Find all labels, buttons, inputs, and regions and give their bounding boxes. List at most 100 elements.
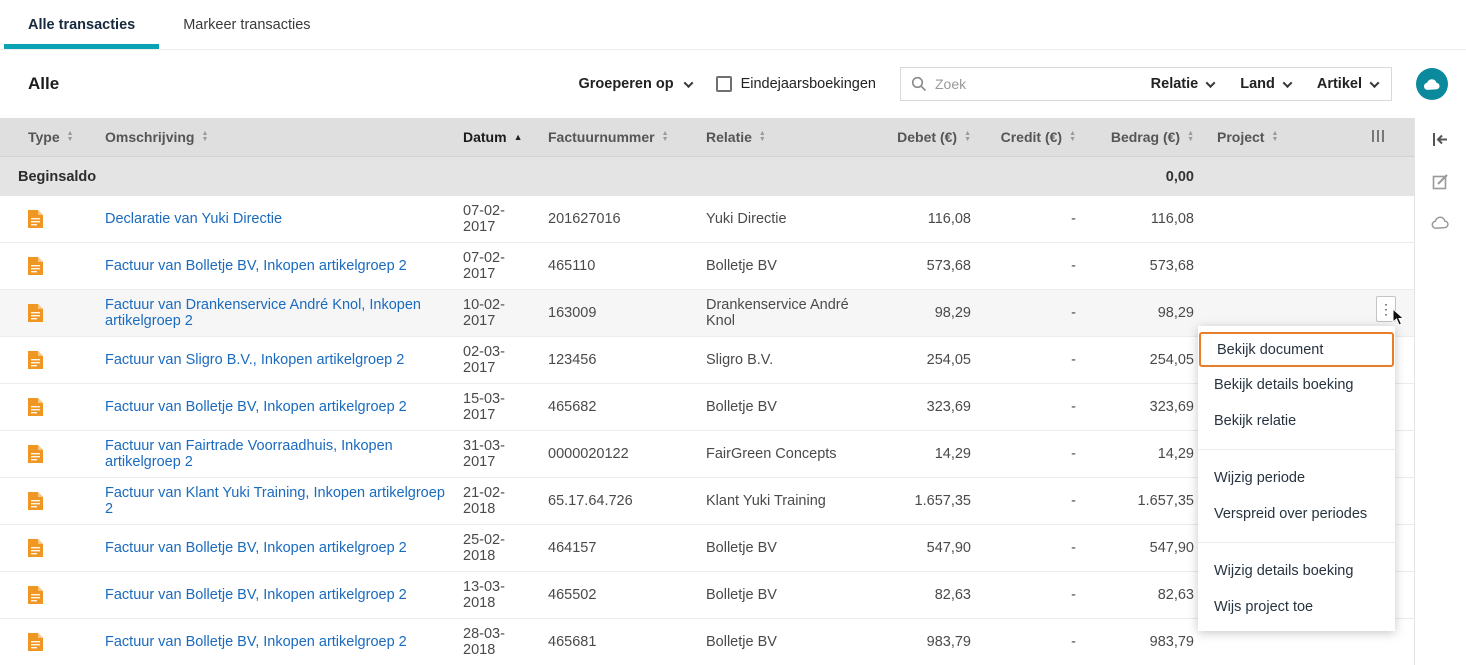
menu-item-wijzig-periode[interactable]: Wijzig periode	[1198, 460, 1395, 496]
row-debet: 323,69	[926, 399, 971, 415]
filter-label: Artikel	[1316, 76, 1362, 92]
row-description: Factuur van Drankenservice André Knol, I…	[90, 290, 448, 336]
row-description-link[interactable]: Factuur van Drankenservice André Knol, I…	[105, 297, 421, 329]
menu-item-bekijk-relatie[interactable]: Bekijk relatie	[1198, 403, 1395, 439]
filter-relatie[interactable]: Relatie	[1138, 76, 1228, 92]
column-label: Relatie	[706, 129, 752, 145]
row-type	[0, 391, 90, 423]
row-description: Factuur van Bolletje BV, Inkopen artikel…	[90, 533, 448, 563]
row-bedrag: 983,79	[1149, 634, 1194, 650]
sort-icon: ▲ ▼	[201, 130, 209, 143]
row-bedrag: 98,29	[1157, 305, 1194, 321]
column-header-debet[interactable]: Debet (€) ▲ ▼	[869, 129, 979, 145]
column-header-bedrag[interactable]: Bedrag (€) ▲ ▼	[1084, 129, 1202, 145]
column-header-datum[interactable]: Datum ▲	[448, 129, 533, 145]
menu-item-bekijk-document[interactable]: Bekijk document	[1199, 332, 1394, 367]
row-type	[0, 626, 90, 658]
row-invoice-number: 464157	[548, 540, 597, 556]
row-invoice-number: 163009	[548, 305, 597, 321]
collapse-panel-button[interactable]	[1432, 132, 1449, 147]
row-description-link[interactable]: Factuur van Fairtrade Voorraadhuis, Inko…	[105, 438, 393, 470]
row-date: 07-02-2017	[463, 250, 505, 282]
row-description-link[interactable]: Factuur van Bolletje BV, Inkopen artikel…	[105, 540, 407, 556]
checkbox-label: Eindejaarsboekingen	[740, 76, 876, 92]
row-type	[0, 579, 90, 611]
row-relation: Drankenservice André Knol	[706, 297, 849, 329]
row-invoice-number: 465681	[548, 634, 597, 650]
row-relation: Bolletje BV	[706, 634, 777, 650]
sort-asc-icon: ▲	[513, 132, 523, 142]
sort-icon: ▲ ▼	[964, 130, 971, 143]
sort-icon: ▲ ▼	[1187, 130, 1194, 143]
row-description: Factuur van Bolletje BV, Inkopen artikel…	[90, 392, 448, 422]
tab-markeer-transacties[interactable]: Markeer transacties	[159, 0, 334, 49]
tab-label: Alle transacties	[28, 16, 136, 33]
row-actions	[1342, 196, 1414, 209]
group-by-dropdown[interactable]: Groeperen op	[578, 76, 694, 92]
row-credit: -	[1071, 305, 1076, 321]
beginsaldo-label: Beginsaldo	[18, 168, 97, 185]
year-end-checkbox[interactable]: Eindejaarsboekingen	[715, 76, 876, 92]
invoice-document-icon	[28, 445, 43, 463]
row-description-link[interactable]: Declaratie van Yuki Directie	[105, 211, 282, 227]
filter-land[interactable]: Land	[1227, 76, 1304, 92]
chevron-down-icon	[683, 77, 694, 88]
sort-icon: ▲ ▼	[1069, 130, 1076, 143]
row-invoice-number: 123456	[548, 352, 597, 368]
row-description-link[interactable]: Factuur van Bolletje BV, Inkopen artikel…	[105, 634, 407, 650]
column-header-credit[interactable]: Credit (€) ▲ ▼	[979, 129, 1084, 145]
toolbar: Alle Groeperen op Eindejaarsboekingen Re…	[0, 50, 1466, 118]
column-label: Debet (€)	[897, 129, 958, 145]
row-description-link[interactable]: Factuur van Klant Yuki Training, Inkopen…	[105, 485, 445, 517]
invoice-document-icon	[28, 210, 43, 228]
row-description: Factuur van Bolletje BV, Inkopen artikel…	[90, 251, 448, 281]
cloud-download-icon	[1423, 78, 1440, 90]
tab-alle-transacties[interactable]: Alle transacties	[4, 0, 160, 49]
invoice-document-icon	[28, 304, 43, 322]
cloud-button[interactable]	[1431, 216, 1450, 230]
column-label: Bedrag (€)	[1110, 129, 1181, 145]
row-description-link[interactable]: Factuur van Bolletje BV, Inkopen artikel…	[105, 587, 407, 603]
table-row[interactable]: Factuur van Bolletje BV, Inkopen artikel…	[0, 243, 1414, 290]
edit-icon	[1432, 174, 1448, 190]
row-relation: Bolletje BV	[706, 258, 777, 274]
column-label: Type	[28, 129, 60, 145]
row-relation: Klant Yuki Training	[706, 493, 826, 509]
column-header-type[interactable]: Type ▲ ▼	[0, 129, 90, 145]
menu-item-wijs-project-toe[interactable]: Wijs project toe	[1198, 589, 1395, 625]
column-header-project[interactable]: Project ▲ ▼	[1202, 129, 1342, 145]
row-bedrag: 116,08	[1150, 211, 1194, 227]
search-input[interactable]	[927, 76, 1138, 92]
row-type	[0, 297, 90, 329]
column-label: Omschrijving	[105, 129, 195, 145]
invoice-document-icon	[28, 398, 43, 416]
download-cloud-button[interactable]	[1416, 68, 1448, 100]
row-bedrag: 573,68	[1149, 258, 1194, 274]
row-description-link[interactable]: Factuur van Sligro B.V., Inkopen artikel…	[105, 352, 404, 368]
column-header-factuurnummer[interactable]: Factuurnummer ▲ ▼	[533, 129, 691, 145]
column-header-omschrijving[interactable]: Omschrijving ▲ ▼	[90, 129, 448, 145]
context-menu: Bekijk document Bekijk details boeking Bek…	[1198, 326, 1395, 631]
edit-button[interactable]	[1432, 173, 1449, 190]
sort-icon: ▲ ▼	[758, 130, 766, 143]
menu-item-bekijk-details-boeking[interactable]: Bekijk details boeking	[1198, 367, 1395, 403]
beginsaldo-amount: 0,00	[1165, 168, 1194, 185]
row-invoice-number: 0000020122	[548, 446, 629, 462]
menu-item-wijzig-details-boeking[interactable]: Wijzig details boeking	[1198, 553, 1395, 589]
row-type	[0, 203, 90, 235]
row-credit: -	[1071, 587, 1076, 603]
filter-artikel[interactable]: Artikel	[1304, 76, 1391, 92]
invoice-document-icon	[28, 492, 43, 510]
table-row[interactable]: Declaratie van Yuki Directie 07-02-2017 20…	[0, 196, 1414, 243]
row-description-link[interactable]: Factuur van Bolletje BV, Inkopen artikel…	[105, 258, 407, 274]
row-invoice-number: 465502	[548, 587, 597, 603]
row-relation: Bolletje BV	[706, 399, 777, 415]
row-description-link[interactable]: Factuur van Bolletje BV, Inkopen artikel…	[105, 399, 407, 415]
row-menu-button[interactable]: ⋮	[1376, 296, 1396, 322]
menu-item-verspreid-over-periodes[interactable]: Verspreid over periodes	[1198, 496, 1395, 532]
search-bar: Relatie Land Artikel	[900, 67, 1392, 101]
table-header-row: Type ▲ ▼ Omschrijving ▲ ▼ Datum ▲ Factuurnummer ▲…	[0, 118, 1414, 156]
column-header-relatie[interactable]: Relatie ▲ ▼	[691, 129, 869, 145]
tab-label: Markeer transacties	[183, 16, 311, 33]
column-chooser-icon[interactable]	[1342, 129, 1414, 145]
